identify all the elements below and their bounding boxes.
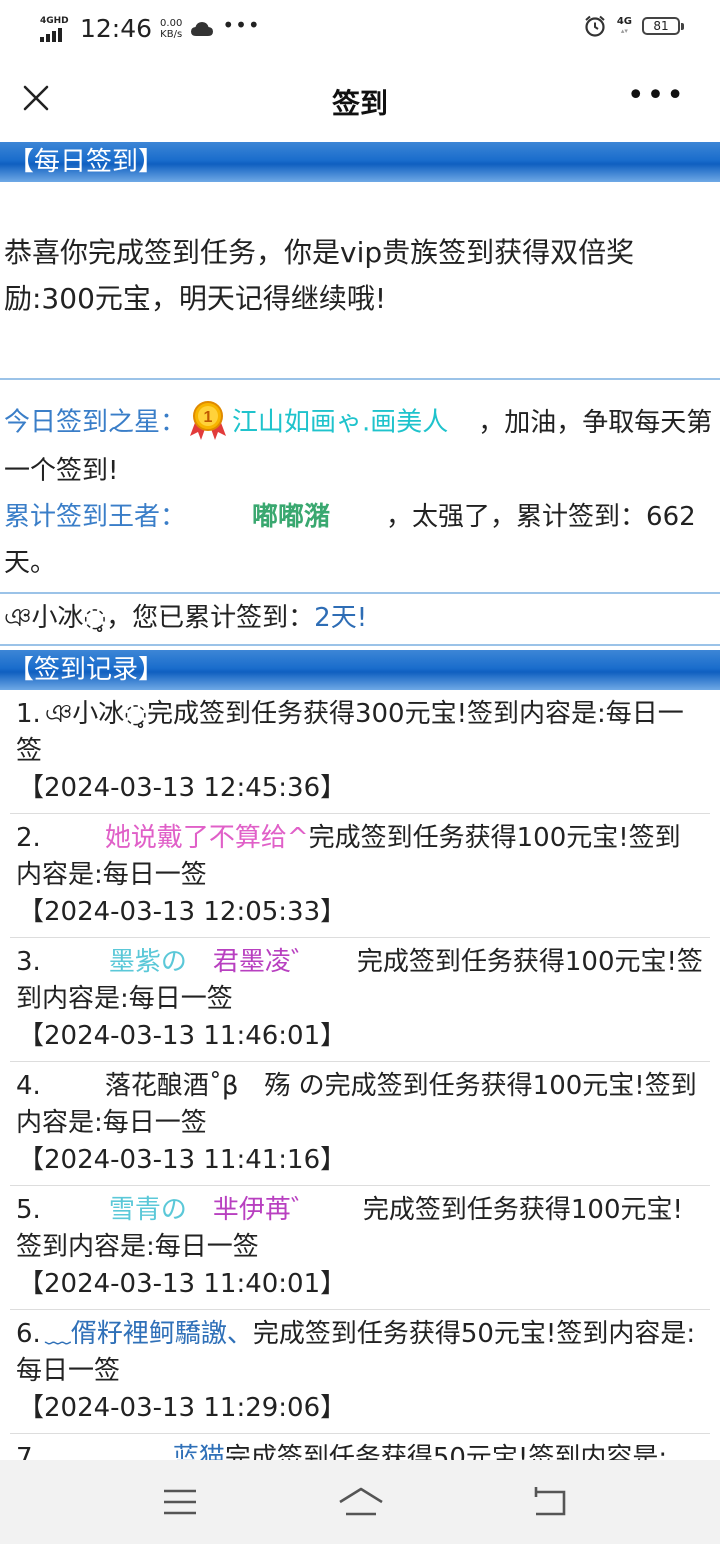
record-number: 6. (16, 1319, 41, 1349)
record-number: 5. (16, 1195, 41, 1225)
record-number: 2. (16, 823, 41, 853)
today-star-user-link[interactable]: 江山如画ゃ.画美人 (232, 408, 448, 438)
clock: 12:46 (80, 14, 153, 43)
today-star-line: 今日签到之星： 1 江山如画ゃ.画美人 ，加油，争取每天第一个签到! (4, 398, 716, 494)
my-checkin-days: 2天! (314, 603, 368, 633)
checkin-king-line: 累计签到王者： 嘟嘟潴 ，太强了，累计签到：662天。 (4, 494, 716, 586)
checkin-king-user-link[interactable]: 嘟嘟潴 (252, 494, 330, 540)
system-navigation-bar (0, 1460, 720, 1544)
record-time: 【2024-03-13 11:40:01】 (18, 1269, 347, 1299)
more-options-button[interactable]: ••• (627, 81, 686, 111)
checkin-success-message: 恭喜你完成签到任务，你是vip贵族签到获得双倍奖励:300元宝，明天记得继续哦! (0, 182, 720, 380)
record-item: 2. 她说戴了不算给^完成签到任务获得100元宝!签到内容是:每日一签 【2024… (10, 814, 710, 938)
checkin-stars-section: 今日签到之星： 1 江山如画ゃ.画美人 ，加油，争取每天第一个签到! 累计签到王者… (0, 380, 720, 594)
record-user-link[interactable]: 蓝猫 (173, 1440, 225, 1460)
daily-checkin-banner: 【每日签到】 (0, 142, 720, 182)
title-bar: 签到 ••• (0, 56, 720, 142)
record-user-part: 君墨凌゛ (212, 947, 317, 977)
page-content[interactable]: 【每日签到】 恭喜你完成签到任务，你是vip贵族签到获得双倍奖励:300元宝，明… (0, 142, 720, 1460)
my-checkin-summary: ঞ小冰◌̥，您已累计签到：2天! (0, 594, 720, 646)
record-item: 1. ঞ小冰◌̥完成签到任务获得300元宝!签到内容是:每日一签 【2024-03… (10, 690, 710, 814)
record-user-link[interactable]: 墨紫の 君墨凌゛ (109, 944, 317, 981)
my-checkin-text: ，您已累计签到： (106, 603, 315, 633)
record-user-link[interactable]: 雪青の 芈伊苒゛ (109, 1192, 317, 1229)
record-user-link[interactable]: 落花酿酒˚β 殇 の (105, 1068, 325, 1105)
record-number: 7. (16, 1443, 41, 1460)
record-number: 1. (16, 699, 41, 729)
my-username[interactable]: ঞ小冰◌̥ (4, 603, 106, 633)
medal-icon: 1 (190, 401, 227, 440)
today-star-label: 今日签到之星： (4, 407, 187, 438)
record-user-link[interactable]: ঞ小冰◌̥ (45, 696, 147, 733)
page-title: 签到 (331, 87, 388, 120)
checkin-king-label: 累计签到王者： (4, 502, 187, 532)
record-user-link[interactable]: ﹏偦籽裡鲄驕譤、 (45, 1316, 253, 1353)
notification-overflow-icon: ••• (222, 12, 261, 37)
record-user-part: 芈伊苒゛ (212, 1195, 317, 1225)
record-number: 3. (16, 947, 41, 977)
record-time: 【2024-03-13 11:41:16】 (18, 1145, 347, 1175)
record-time: 【2024-03-13 12:45:36】 (18, 773, 347, 803)
svg-text:1: 1 (204, 409, 213, 426)
network-4g-label: 4G (616, 16, 632, 27)
record-user-part: 雪青の (108, 1195, 187, 1225)
home-icon[interactable] (338, 1486, 384, 1518)
status-bar: 4GHD 12:46 0.00 KB/s ••• 4G ▴▾ 81 (0, 0, 720, 56)
checkin-records-banner: 【签到记录】 (0, 650, 720, 690)
record-user-part: 墨紫の (108, 947, 187, 977)
network-type-label: 4GHD (40, 15, 69, 26)
mobile-data-indicator: 4G ▴▾ (616, 16, 632, 36)
alarm-icon (585, 15, 605, 37)
network-speed-unit: KB/s (160, 28, 183, 40)
menu-icon[interactable] (162, 1486, 198, 1518)
record-user-link[interactable]: 她说戴了不算给^ (105, 820, 309, 857)
back-icon[interactable] (530, 1486, 566, 1518)
network-speed-value: 0.00 (160, 17, 183, 29)
cloud-icon (191, 21, 214, 36)
network-speed: 0.00 KB/s (160, 18, 182, 40)
cellular-signal-icon: 4GHD (40, 16, 72, 42)
record-time: 【2024-03-13 12:05:33】 (18, 897, 347, 927)
record-item: 6. ﹏偦籽裡鲄驕譤、完成签到任务获得50元宝!签到内容是:每日一签 【2024-… (10, 1310, 710, 1434)
record-item: 5. 雪青の 芈伊苒゛ 完成签到任务获得100元宝!签到内容是:每日一签 【2024… (10, 1186, 710, 1310)
record-item: 3. 墨紫の 君墨凌゛ 完成签到任务获得100元宝!签到内容是:每日一签 【2024… (10, 938, 710, 1062)
record-text: 完成签到任务获得50元宝!签到内容是: (224, 1443, 668, 1460)
checkin-records-list: 1. ঞ小冰◌̥完成签到任务获得300元宝!签到内容是:每日一签 【2024-03… (0, 690, 720, 1460)
battery-icon: 81 (642, 17, 684, 35)
record-time: 【2024-03-13 11:29:06】 (18, 1393, 347, 1423)
record-item: 4. 落花酿酒˚β 殇 の完成签到任务获得100元宝!签到内容是:每日一签 【20… (10, 1062, 710, 1186)
record-item: 7. 蓝猫完成签到任务获得50元宝!签到内容是: (10, 1434, 710, 1460)
record-time: 【2024-03-13 11:46:01】 (18, 1021, 347, 1051)
record-number: 4. (16, 1071, 41, 1101)
